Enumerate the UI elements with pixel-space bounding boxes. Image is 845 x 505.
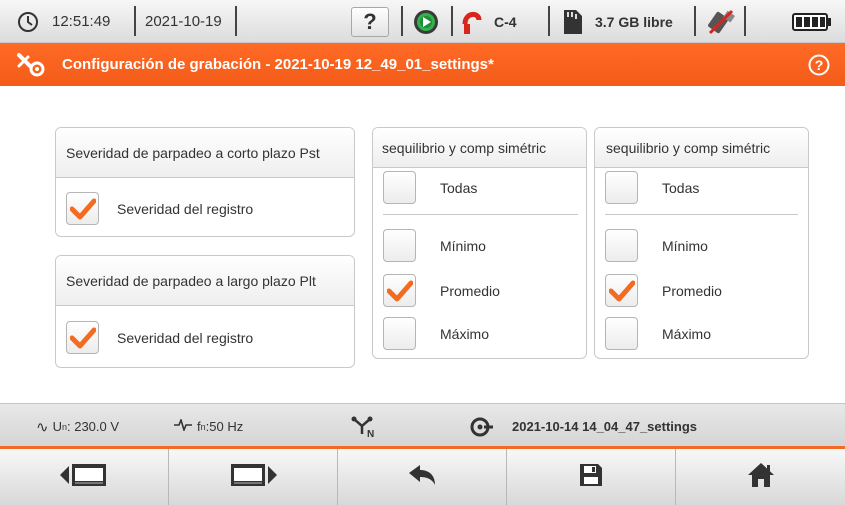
nominal-frequency: f n:50 Hz	[174, 404, 243, 449]
status-time: 12:51:49	[52, 13, 111, 30]
unbalance-left-max-checkbox[interactable]	[383, 317, 416, 350]
plt-header: Severidad de parpadeo a largo plazo Plt	[56, 256, 354, 306]
back-arrow-icon	[407, 464, 437, 491]
page-title: Configuración de grabación - 2021-10-19 …	[62, 56, 494, 73]
unbalance-left-min-checkbox[interactable]	[383, 229, 416, 262]
unbalance-panel-left: sequilibrio y comp simétric Todas Mínimo…	[372, 127, 587, 359]
unbalance-left-avg-option[interactable]: Promedio	[383, 274, 500, 307]
unbalance-right-header: sequilibrio y comp simétric	[595, 128, 808, 168]
divider	[235, 6, 237, 36]
divider	[548, 6, 550, 36]
next-screen-button[interactable]	[169, 449, 338, 505]
unbalance-left-min-label: Mínimo	[440, 237, 486, 254]
unbalance-right-all-label: Todas	[662, 179, 700, 196]
network-topology-icon: N	[350, 404, 376, 449]
unbalance-left-all-option[interactable]: Todas	[383, 171, 477, 204]
svg-text:?: ?	[815, 57, 824, 73]
storage-free: 3.7 GB libre	[595, 13, 673, 30]
pst-record-option[interactable]: Severidad del registro	[66, 192, 253, 225]
pst-record-checkbox[interactable]	[66, 192, 99, 225]
unbalance-right-min-option[interactable]: Mínimo	[605, 229, 708, 262]
nominal-voltage-symbol: U	[52, 419, 62, 434]
plt-panel: Severidad de parpadeo a largo plazo Plt …	[55, 255, 355, 368]
clamp-info-icon	[470, 404, 494, 449]
unbalance-right-avg-option[interactable]: Promedio	[605, 274, 722, 307]
frequency-icon	[174, 417, 192, 434]
unbalance-right-max-option[interactable]: Máximo	[605, 317, 711, 350]
unbalance-left-avg-checkbox[interactable]	[383, 274, 416, 307]
divider	[451, 6, 453, 36]
home-icon	[747, 462, 775, 493]
divider	[605, 214, 798, 215]
nominal-voltage: ∿ Un: 230.0 V	[36, 404, 119, 449]
divider	[383, 214, 578, 215]
unbalance-left-max-option[interactable]: Máximo	[383, 317, 489, 350]
usb-icon	[706, 0, 736, 43]
help-circle-icon[interactable]: ?	[808, 54, 830, 81]
unbalance-left-avg-label: Promedio	[440, 282, 500, 299]
save-button[interactable]	[507, 449, 676, 505]
divider	[744, 6, 746, 36]
config-name: 2021-10-14 14_04_47_settings	[512, 419, 698, 434]
status-date: 2021-10-19	[145, 13, 222, 30]
divider	[401, 6, 403, 36]
record-icon	[413, 0, 439, 43]
pst-header: Severidad de parpadeo a corto plazo Pst	[56, 128, 354, 178]
unbalance-right-avg-checkbox[interactable]	[605, 274, 638, 307]
unbalance-left-min-option[interactable]: Mínimo	[383, 229, 486, 262]
plt-record-option[interactable]: Severidad del registro	[66, 321, 253, 354]
screen-prev-icon	[59, 461, 109, 494]
nominal-frequency-value: :50 Hz	[205, 419, 244, 434]
pst-panel: Severidad de parpadeo a corto plazo Pst …	[55, 127, 355, 237]
unbalance-left-header: sequilibrio y comp simétric	[373, 128, 586, 168]
sine-wave-icon: ∿	[36, 418, 49, 436]
unbalance-right-min-checkbox[interactable]	[605, 229, 638, 262]
back-button[interactable]	[338, 449, 507, 505]
unbalance-left-all-label: Todas	[440, 179, 478, 196]
unbalance-right-max-checkbox[interactable]	[605, 317, 638, 350]
nominal-voltage-value: : 230.0 V	[66, 419, 120, 434]
previous-screen-button[interactable]	[0, 449, 169, 505]
unbalance-panel-right: sequilibrio y comp simétric Todas Mínimo…	[594, 127, 809, 359]
home-button[interactable]	[676, 449, 845, 505]
tools-icon	[16, 52, 46, 83]
unbalance-right-min-label: Mínimo	[662, 237, 708, 254]
unbalance-left-all-checkbox[interactable]	[383, 171, 416, 204]
help-button[interactable]: ?	[351, 7, 389, 37]
divider	[694, 6, 696, 36]
clamp-type: C-4	[494, 13, 517, 30]
title-bar: Configuración de grabación - 2021-10-19 …	[0, 43, 845, 86]
unbalance-left-max-label: Máximo	[440, 325, 490, 342]
pst-record-label: Severidad del registro	[117, 200, 254, 217]
divider	[134, 6, 136, 36]
plt-record-label: Severidad del registro	[117, 329, 254, 346]
info-bar: ∿ Un: 230.0 V f n:50 Hz N 2021-10-14 14_0…	[0, 403, 845, 448]
unbalance-right-all-option[interactable]: Todas	[605, 171, 699, 204]
screen-next-icon	[228, 461, 278, 494]
button-bar	[0, 449, 845, 505]
clock-icon	[17, 0, 39, 43]
svg-text:N: N	[367, 429, 374, 439]
sdcard-icon	[562, 0, 582, 43]
battery-icon	[792, 0, 832, 43]
unbalance-right-max-label: Máximo	[662, 325, 712, 342]
status-bar: 12:51:49 2021-10-19 ? C-4 3.7 GB libre	[0, 0, 845, 43]
unbalance-right-avg-label: Promedio	[662, 282, 722, 299]
save-icon	[579, 463, 603, 492]
plt-record-checkbox[interactable]	[66, 321, 99, 354]
unbalance-right-all-checkbox[interactable]	[605, 171, 638, 204]
clamp-icon	[462, 0, 482, 43]
